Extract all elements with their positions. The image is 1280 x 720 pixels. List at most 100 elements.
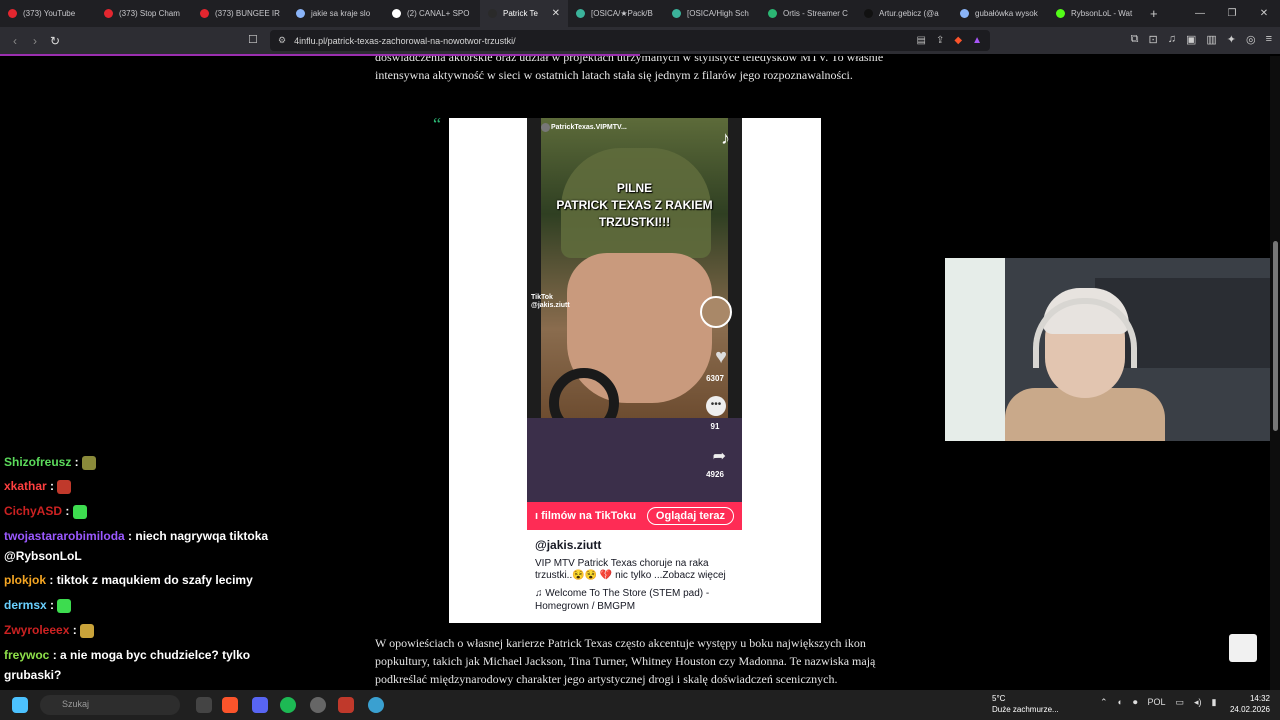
tab-favicon-icon — [8, 9, 17, 18]
reader-mode-icon[interactable]: ▤ — [917, 35, 926, 46]
app-taskbar-icon[interactable] — [338, 697, 354, 713]
wallet-icon[interactable]: ▥ — [1206, 33, 1216, 46]
browser-tab[interactable]: Patrick Te ✕ — [480, 0, 568, 27]
browser-tab[interactable]: [OSICA/★Pack/B — [568, 0, 664, 27]
vpn-icon[interactable]: ◎ — [1246, 33, 1256, 46]
profile-avatar[interactable] — [700, 296, 732, 328]
chat-username[interactable]: dermsx — [4, 598, 47, 612]
tiktok-embed: PatrickTexas.VIPMTV... ♪ PILNE PATRICK T… — [449, 118, 821, 623]
tiktok-watermark: TikTok @jakis.ziutt — [531, 294, 570, 310]
comment-icon[interactable]: ••• — [706, 396, 726, 416]
browser-tab[interactable]: Artur.gebicz (@a — [856, 0, 952, 27]
volume-icon[interactable]: ◂) — [1194, 697, 1202, 708]
scrollbar[interactable] — [1270, 56, 1280, 690]
chat-username[interactable]: plokjok — [4, 573, 46, 587]
obs-taskbar-icon[interactable] — [310, 697, 326, 713]
browser-tab[interactable]: (2) CANAL+ SPO — [384, 0, 480, 27]
shares-count: 4926 — [706, 470, 724, 479]
chat-username[interactable]: CichyASD — [4, 504, 62, 518]
browser-tab[interactable]: (373) YouTube — [0, 0, 96, 27]
site-info-icon[interactable]: ⚙ — [278, 35, 286, 46]
tray-app-icon[interactable]: ◐ — [1118, 697, 1123, 708]
chat-message: Zwyroleeex : — [4, 620, 294, 640]
chat-message: twojastararobimiloda : niech nagrywqa ti… — [4, 526, 294, 566]
chat-username[interactable]: xkathar — [4, 479, 47, 493]
tab-label: [OSICA/★Pack/B — [591, 9, 653, 18]
chat-separator: : — [49, 648, 61, 662]
chat-username[interactable]: freywoc — [4, 648, 49, 662]
share-icon[interactable]: ⇪ — [936, 35, 944, 46]
microphone-icon[interactable]: ⏺ — [1133, 697, 1138, 708]
scrollbar-thumb[interactable] — [1273, 241, 1278, 431]
heart-icon[interactable]: ♥ — [715, 346, 727, 369]
tiktok-video[interactable]: PatrickTexas.VIPMTV... ♪ PILNE PATRICK T… — [527, 118, 742, 502]
network-icon[interactable]: ▭ — [1176, 697, 1185, 708]
windows-taskbar: Szukaj 5°C Duże zachmurze... ⌃ ◐ ⏺ POL ▭… — [0, 690, 1280, 720]
edge-taskbar-icon[interactable] — [368, 697, 384, 713]
chat-username[interactable]: Shizofreusz — [4, 455, 71, 469]
chat-username[interactable]: twojastararobimiloda — [4, 529, 125, 543]
windows-start-icon[interactable] — [12, 697, 28, 713]
browser-tab[interactable]: gubałówka wysok — [952, 0, 1048, 27]
tab-label: [OSICA/High Sch — [687, 9, 749, 18]
task-view-icon[interactable] — [196, 697, 212, 713]
tab-bar: (373) YouTube (373) Stop Cham (373) BUNGEE… — [0, 0, 1280, 27]
tab-close-icon[interactable]: ✕ — [552, 8, 560, 19]
language-indicator[interactable]: POL — [1148, 697, 1166, 708]
brave-rewards-icon[interactable]: ▲ — [972, 35, 982, 46]
sidebar-icon[interactable]: ▣ — [1186, 33, 1196, 46]
browser-tab[interactable]: [OSICA/High Sch — [664, 0, 760, 27]
extensions-icon[interactable]: ⧉ — [1131, 33, 1139, 46]
reload-icon[interactable]: ↻ — [45, 34, 65, 48]
tab-favicon-icon — [104, 9, 113, 18]
leo-ai-icon[interactable]: ✦ — [1227, 33, 1236, 46]
overlay-line: PATRICK TEXAS Z RAKIEM — [556, 198, 713, 212]
creator-name: PatrickTexas.VIPMTV... — [551, 124, 627, 131]
browser-tab[interactable]: jakie sa kraje slo — [288, 0, 384, 27]
discord-taskbar-icon[interactable] — [252, 697, 268, 713]
page-content: doświadczenia aktorskie oraz udział w pr… — [0, 56, 1280, 690]
new-tab-button[interactable]: + — [1150, 6, 1158, 21]
address-bar[interactable]: ⚙ 4influ.pl/patrick-texas-zachorowal-na-… — [270, 30, 990, 51]
brave-taskbar-icon[interactable] — [222, 697, 238, 713]
taskbar-clock[interactable]: 14:32 24.02.2026 — [1230, 693, 1270, 715]
media-icon[interactable]: ♫ — [1168, 33, 1176, 46]
menu-icon[interactable]: ≡ — [1266, 33, 1272, 46]
minimize-icon[interactable]: — — [1184, 8, 1216, 19]
tiktok-logo-icon: ♪ — [721, 128, 730, 148]
back-icon[interactable]: ‹ — [5, 34, 25, 48]
tab-favicon-icon — [960, 9, 969, 18]
spotify-taskbar-icon[interactable] — [280, 697, 296, 713]
stream-chat: Shizofreusz : xkathar : CichyASD : twoja… — [0, 452, 295, 690]
watch-now-button[interactable]: Oglądaj teraz — [646, 507, 734, 525]
url-text[interactable]: 4influ.pl/patrick-texas-zachorowal-na-no… — [294, 36, 516, 46]
battery-icon[interactable]: ▮ — [1212, 697, 1217, 708]
browser-tab[interactable]: (373) Stop Cham — [96, 0, 192, 27]
embed-username[interactable]: @jakis.ziutt — [535, 538, 601, 552]
tab-label: RybsonLoL - Wat — [1071, 9, 1133, 18]
maximize-icon[interactable]: ❐ — [1216, 8, 1248, 19]
quote-icon: “ — [433, 114, 441, 134]
video-overlay-text: PILNE PATRICK TEXAS Z RAKIEM TRZUSTKI!!! — [541, 180, 728, 231]
embed-music[interactable]: ♫ Welcome To The Store (STEM pad) - Home… — [535, 587, 735, 613]
taskbar-search[interactable]: Szukaj — [40, 695, 180, 715]
clock-date: 24.02.2026 — [1229, 705, 1270, 714]
forward-icon[interactable]: › — [25, 34, 45, 48]
share-icon[interactable]: ➦ — [713, 446, 726, 466]
brave-shields-icon[interactable]: ◆ — [954, 35, 962, 46]
browser-tab[interactable]: (373) BUNGEE IR — [192, 0, 288, 27]
tab-label: (373) YouTube — [23, 9, 76, 18]
chat-emote-icon — [57, 479, 72, 494]
close-icon[interactable]: ✕ — [1248, 8, 1280, 19]
browser-tab[interactable]: Ortis - Streamer C — [760, 0, 856, 27]
weather-widget[interactable]: 5°C Duże zachmurze... — [992, 693, 1059, 715]
chat-separator: : — [46, 573, 57, 587]
tab-favicon-icon — [576, 9, 585, 18]
chat-username[interactable]: Zwyroleeex — [4, 623, 69, 637]
scroll-to-top-button[interactable] — [1229, 634, 1257, 662]
tray-chevron-icon[interactable]: ⌃ — [1100, 697, 1108, 708]
screenshot-icon[interactable]: ⊡ — [1148, 33, 1157, 46]
bookmark-icon[interactable]: ☐ — [248, 33, 258, 46]
tab-favicon-icon — [296, 9, 305, 18]
browser-tab[interactable]: RybsonLoL - Wat — [1048, 0, 1144, 27]
